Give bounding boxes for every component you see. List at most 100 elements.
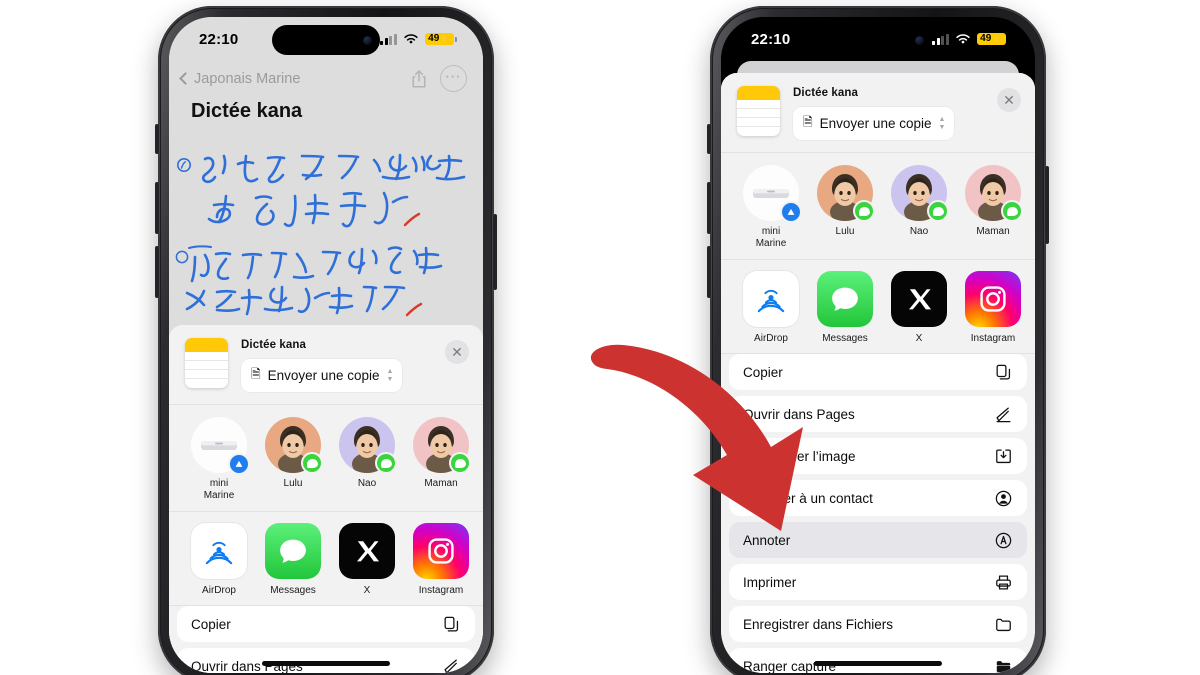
app-share-target[interactable]: Instagram: [413, 523, 469, 596]
app-share-target[interactable]: Instagram: [965, 271, 1021, 344]
wifi-icon: [403, 33, 419, 45]
app-name: Messages: [270, 585, 316, 596]
status-indicators: 49 ⚡: [380, 33, 457, 45]
home-indicator-right[interactable]: [814, 661, 942, 666]
power-button-right[interactable]: [1045, 166, 1049, 244]
dynamic-island-right: [824, 25, 932, 55]
back-label: Japonais Marine: [194, 70, 301, 87]
action-row[interactable]: Enregistrer dans Fichiers: [729, 606, 1027, 642]
person-chip[interactable]: Nao: [339, 417, 397, 501]
messages-badge-icon: [375, 452, 397, 474]
cellular-signal-icon-right: [932, 33, 949, 45]
person-chip[interactable]: Maman: [413, 417, 471, 501]
battery-percent-right: 49: [980, 33, 992, 44]
messages-badge-icon: [301, 452, 323, 474]
note-thumbnail-right: [737, 86, 780, 136]
handwriting-canvas: [169, 147, 483, 347]
people-row-right[interactable]: mini Marine Lulu Nao Maman: [721, 153, 1035, 259]
contact-icon: [993, 488, 1013, 508]
save-image-icon: [993, 446, 1013, 466]
app-share-target[interactable]: Messages: [265, 523, 321, 596]
note-title: Dictée kana: [191, 100, 303, 122]
red-curved-arrow: [575, 335, 835, 545]
mute-switch[interactable]: [155, 124, 159, 154]
avatar: [413, 417, 471, 474]
status-indicators-right: 49 ⚡: [932, 33, 1009, 45]
volume-up-button[interactable]: [155, 182, 159, 234]
back-button[interactable]: Japonais Marine: [179, 70, 301, 87]
person-chip[interactable]: Lulu: [265, 417, 323, 501]
action-label: Enregistrer dans Fichiers: [743, 616, 894, 632]
person-name: Maman: [976, 226, 1010, 237]
cellular-signal-icon: [380, 33, 397, 45]
send-option-selector-right[interactable]: 🗎 Envoyer une copie ▲ ▼: [793, 107, 955, 140]
left-share-sheet: Dictée kana 🗎 Envoyer une copie ▲ ▼ ✕ mi…: [169, 325, 483, 673]
front-camera-icon: [363, 35, 372, 45]
right-status-bar: 22:10 49 ⚡: [721, 17, 1035, 61]
volume-down-button-right[interactable]: [707, 246, 711, 298]
sheet-header-right: Dictée kana 🗎 Envoyer une copie ▲ ▼ ✕: [721, 73, 1035, 152]
copy-icon: [441, 614, 461, 634]
battery-nub-right: [1007, 36, 1009, 42]
document-icon: 🗎: [251, 367, 261, 381]
person-chip[interactable]: mini Marine: [191, 417, 250, 501]
person-chip[interactable]: Lulu: [817, 165, 875, 249]
close-icon-right[interactable]: ✕: [997, 88, 1021, 112]
app-share-target[interactable]: X: [339, 523, 395, 596]
sheet-title: Dictée kana: [241, 339, 307, 351]
app-share-target[interactable]: AirDrop: [191, 523, 247, 596]
person-name: Lulu: [283, 478, 303, 489]
home-indicator[interactable]: [262, 661, 390, 666]
person-chip[interactable]: Nao: [891, 165, 949, 249]
markup-pen-icon: [441, 656, 461, 673]
person-name: Lulu: [835, 226, 855, 237]
close-icon[interactable]: ✕: [445, 340, 469, 364]
app-share-target[interactable]: AirDrop: [743, 271, 799, 344]
screenshot-canvas: 22:10 49 ⚡ Japonais Marine ··· Dictée ka…: [0, 0, 1200, 675]
status-time-right: 22:10: [751, 30, 791, 48]
people-row[interactable]: mini Marine Lulu Nao Maman: [169, 405, 483, 511]
battery-indicator: 49 ⚡: [424, 33, 457, 45]
markup-pen-icon: [993, 404, 1013, 424]
volume-down-button[interactable]: [155, 246, 159, 298]
chevron-left-icon: [179, 72, 192, 85]
chevron-updown-icon: ▲ ▼: [386, 367, 394, 383]
person-chip[interactable]: Maman: [965, 165, 1023, 249]
person-chip[interactable]: mini Marine: [743, 165, 802, 249]
avatar: [891, 165, 949, 222]
action-label: Copier: [191, 616, 231, 632]
app-name: AirDrop: [202, 585, 236, 596]
send-option-selector[interactable]: 🗎 Envoyer une copie ▲ ▼: [241, 359, 403, 392]
avatar: [265, 417, 323, 474]
app-share-target[interactable]: Messages: [817, 271, 873, 344]
messages-badge-icon: [853, 200, 875, 222]
action-label: Imprimer: [743, 574, 797, 590]
person-name: Nao: [357, 478, 377, 489]
action-row[interactable]: Copier: [177, 606, 475, 642]
share-icon[interactable]: [405, 65, 432, 92]
arrow-shape: [590, 344, 803, 531]
avatar: [965, 165, 1023, 222]
left-phone: 22:10 49 ⚡ Japonais Marine ··· Dictée ka…: [155, 6, 497, 675]
wifi-icon-right: [955, 33, 971, 45]
action-group: Copier: [177, 606, 475, 642]
person-name: Maman: [424, 478, 458, 489]
action-row[interactable]: Imprimer: [729, 564, 1027, 600]
ellipsis-icon[interactable]: ···: [440, 65, 467, 92]
document-icon-right: 🗎: [803, 115, 813, 129]
app-share-target[interactable]: X: [891, 271, 947, 344]
send-option-label-right: Envoyer une copie: [819, 116, 932, 131]
power-button[interactable]: [493, 214, 497, 290]
sheet-header-text-right: Dictée kana 🗎 Envoyer une copie ▲ ▼: [793, 86, 984, 140]
messages-badge-icon: [927, 200, 949, 222]
apps-row[interactable]: AirDrop Messages X Instagram: [169, 512, 483, 605]
action-group: Imprimer: [729, 564, 1027, 600]
airdrop-badge-icon: [228, 453, 250, 475]
avatar: [743, 165, 802, 223]
battery-indicator-right: 49 ⚡: [976, 33, 1009, 45]
mute-switch-right[interactable]: [707, 124, 711, 154]
battery-percent: 49: [428, 33, 440, 44]
action-group: Enregistrer dans Fichiers: [729, 606, 1027, 642]
volume-up-button-right[interactable]: [707, 182, 711, 234]
app-name: X: [915, 333, 923, 344]
